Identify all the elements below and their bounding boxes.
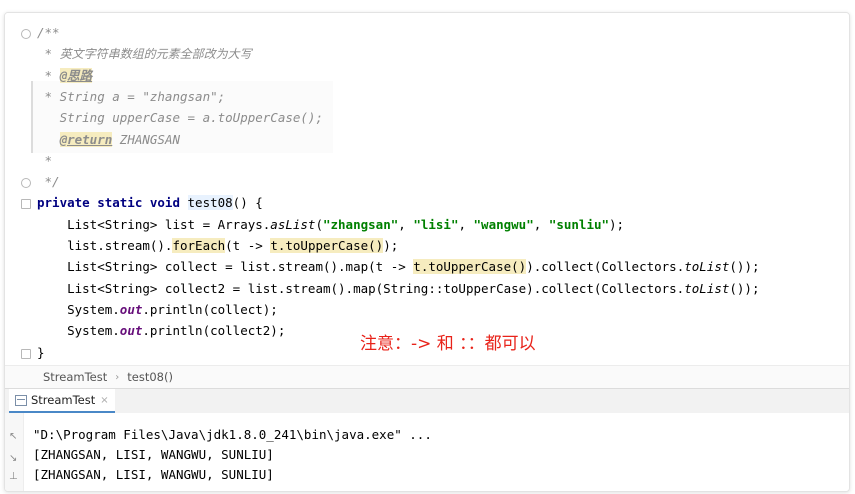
- code-token: */: [37, 174, 60, 190]
- code-token: *: [37, 46, 60, 62]
- fold-marker-icon[interactable]: [21, 178, 31, 189]
- code-token: }: [37, 344, 45, 360]
- code-line[interactable]: /**: [37, 23, 60, 43]
- code-token: () {: [232, 195, 263, 211]
- code-token: @return: [59, 131, 113, 147]
- code-token: t.toUpperCase(): [270, 238, 384, 253]
- code-token: ());: [729, 259, 760, 275]
- code-line[interactable]: System.out.println(collect);: [37, 300, 278, 320]
- run-console[interactable]: ↖ ↘ ⊥ "D:\Program Files\Java\jdk1.8.0_24…: [5, 413, 849, 491]
- console-output-line: [ZHANGSAN, LISI, WANGWU, SUNLIU]: [33, 467, 274, 482]
- annotation-note: 注意：-> 和 ：：都可以: [360, 334, 536, 354]
- code-token: .println(collect2);: [142, 323, 286, 339]
- scroll-down-icon[interactable]: ↘: [9, 453, 17, 464]
- scroll-up-icon[interactable]: ↖: [9, 431, 17, 442]
- code-token: forEach: [172, 238, 226, 253]
- code-token: System.: [37, 323, 120, 339]
- code-line[interactable]: System.out.println(collect2);: [37, 321, 285, 341]
- code-token: ,: [398, 216, 414, 232]
- code-token: @思路: [59, 67, 93, 83]
- code-token: private static void: [37, 195, 188, 211]
- code-token: .println(collect);: [142, 301, 278, 317]
- code-token: List<String> list = Arrays.: [37, 216, 271, 232]
- console-command-line: "D:\Program Files\Java\jdk1.8.0_241\bin\…: [33, 427, 432, 442]
- code-line[interactable]: List<String> collect = list.stream().map…: [37, 257, 760, 277]
- code-line[interactable]: */: [37, 172, 60, 192]
- pin-icon[interactable]: ⊥: [9, 471, 18, 482]
- close-icon[interactable]: ×: [100, 395, 108, 406]
- code-token: List<String> collect2 = list.stream().ma…: [37, 280, 685, 296]
- code-token: ,: [533, 216, 549, 232]
- code-token: test08: [187, 195, 233, 211]
- code-line[interactable]: private static void test08() {: [37, 193, 263, 213]
- fold-marker-icon[interactable]: [21, 348, 31, 359]
- code-token: * String a = "zhangsan";: [37, 88, 226, 104]
- code-line[interactable]: * 英文字符串数组的元素全部改为大写: [37, 44, 252, 64]
- code-token: /**: [37, 25, 60, 40]
- code-token: (t ->: [225, 238, 271, 253]
- code-line[interactable]: * String a = "zhangsan";: [37, 87, 226, 107]
- run-tool-window-tabs: StreamTest ×: [5, 388, 849, 414]
- code-token: asList: [270, 216, 316, 232]
- code-token: (: [315, 216, 323, 232]
- code-line[interactable]: *: [37, 151, 53, 171]
- console-gutter: ↖ ↘ ⊥: [5, 413, 24, 491]
- code-token: "wangwu": [473, 216, 534, 232]
- code-token: ).collect(Collectors.: [526, 259, 685, 275]
- code-token: out: [119, 301, 143, 317]
- code-line[interactable]: List<String> list = Arrays.asList("zhang…: [37, 215, 624, 235]
- code-token: ,: [458, 216, 474, 232]
- code-token: toList: [684, 259, 730, 275]
- breadcrumb-separator-icon: ›: [115, 371, 120, 383]
- breadcrumb-class[interactable]: StreamTest: [39, 370, 111, 384]
- code-line[interactable]: String upperCase = a.toUpperCase();: [37, 108, 323, 128]
- code-token: List<String> collect = list.stream().map…: [37, 259, 414, 275]
- code-token: );: [383, 238, 399, 253]
- breadcrumb: StreamTest › test08(): [5, 365, 849, 388]
- code-editor[interactable]: /** * 英文字符串数组的元素全部改为大写 * @思路 * String a …: [5, 13, 849, 365]
- tab-label: StreamTest: [31, 393, 96, 407]
- code-token: "zhangsan": [322, 216, 399, 232]
- code-token: t.toUpperCase(): [413, 259, 527, 275]
- code-line[interactable]: List<String> collect2 = list.stream().ma…: [37, 279, 759, 299]
- code-token: "sunliu": [548, 216, 610, 232]
- code-line[interactable]: @return ZHANGSAN: [37, 130, 180, 150]
- code-token: 英文字符串数组的元素全部改为大写: [59, 47, 252, 62]
- code-line[interactable]: * @思路: [37, 66, 93, 86]
- ide-window: /** * 英文字符串数组的元素全部改为大写 * @思路 * String a …: [4, 12, 850, 492]
- code-line[interactable]: }: [37, 343, 45, 363]
- fold-marker-icon[interactable]: [21, 29, 31, 39]
- code-token: "lisi": [413, 216, 459, 232]
- console-output-line: [ZHANGSAN, LISI, WANGWU, SUNLIU]: [33, 447, 274, 462]
- code-token: out: [119, 323, 143, 339]
- fold-marker-icon[interactable]: [21, 199, 31, 210]
- code-token: toList: [684, 280, 730, 296]
- code-token: ());: [729, 280, 760, 296]
- code-token: String upperCase = a.toUpperCase();: [37, 110, 323, 126]
- code-token: *: [37, 67, 60, 83]
- code-token: );: [609, 216, 625, 232]
- console-icon: [15, 394, 27, 406]
- code-token: System.: [37, 301, 120, 317]
- editor-gutter: [5, 13, 25, 365]
- code-token: list.stream().: [37, 238, 173, 253]
- code-line[interactable]: list.stream().forEach(t -> t.toUpperCase…: [37, 236, 398, 256]
- code-token: *: [37, 152, 53, 168]
- breadcrumb-method[interactable]: test08(): [123, 370, 177, 384]
- tab-streamtest[interactable]: StreamTest ×: [9, 389, 115, 413]
- code-token: ZHANGSAN: [112, 131, 180, 147]
